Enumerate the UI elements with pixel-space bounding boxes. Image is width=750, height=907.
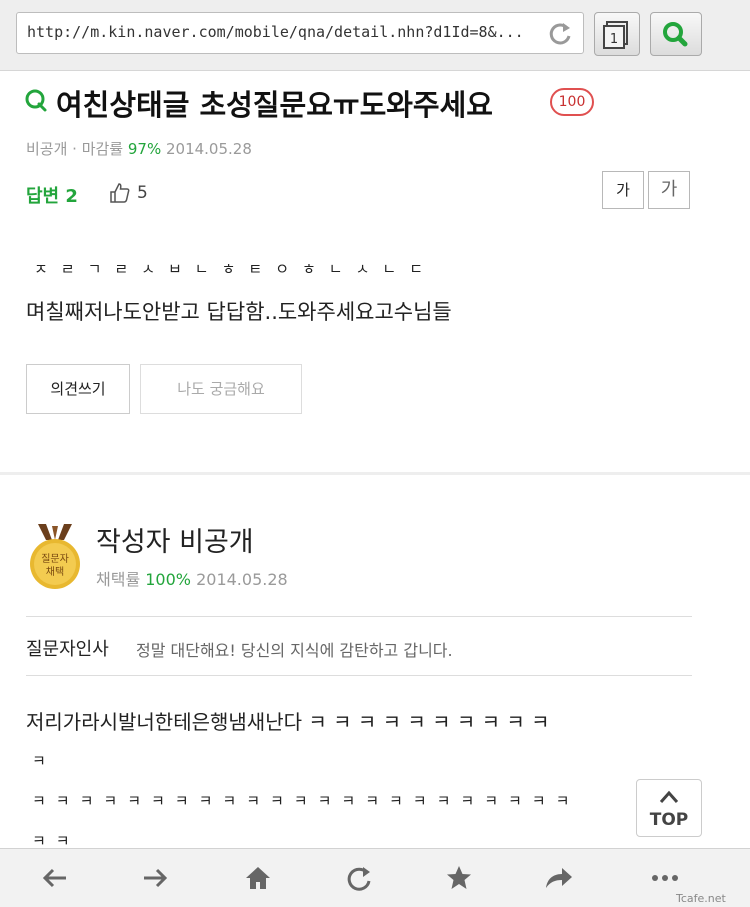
answer-date: 2014.05.28 — [191, 570, 288, 589]
svg-text:채택: 채택 — [46, 566, 64, 578]
question-q-icon — [25, 89, 47, 112]
reward-badge: 100 — [550, 88, 594, 116]
url-text: http://m.kin.naver.com/mobile/qna/detail… — [27, 23, 524, 41]
search-button[interactable] — [650, 12, 702, 56]
opinion-button[interactable]: 의견쓰기 — [26, 364, 130, 414]
forward-arrow-icon[interactable] — [140, 863, 170, 893]
browser-toolbar: http://m.kin.naver.com/mobile/qna/detail… — [0, 0, 750, 71]
section-divider — [0, 472, 750, 475]
adopt-rate: 100% — [145, 570, 191, 589]
medal-icon: 질문자 채택 — [30, 524, 80, 589]
watermark: Tcafe.net — [676, 892, 726, 905]
url-field[interactable]: http://m.kin.naver.com/mobile/qna/detail… — [16, 12, 584, 54]
answer-meta: 채택률 100% 2014.05.28 — [96, 566, 288, 590]
greeting-label: 질문자인사 — [26, 639, 109, 660]
answer-body-line: ㅋㅋㅋㅋㅋㅋㅋㅋㅋㅋㅋㅋㅋㅋㅋㅋㅋㅋㅋㅋㅋㅋㅋ — [32, 792, 580, 810]
divider — [26, 616, 692, 617]
svg-text:질문자: 질문자 — [41, 553, 69, 565]
me-too-curious-button[interactable]: 나도 궁금해요 — [140, 364, 302, 414]
question-title: 여친상태글 초성질문요ㅠ도와주세요 — [56, 88, 493, 122]
thumbs-up-icon[interactable] — [108, 181, 132, 205]
scroll-top-button[interactable]: TOP — [636, 779, 702, 837]
answer-body-line: 저리가라시발너한테은행냄새난다 ㅋ ㅋ ㅋ ㅋ ㅋ ㅋ ㅋ ㅋ ㅋ ㅋ — [26, 710, 550, 734]
reload-icon[interactable] — [545, 19, 575, 49]
search-icon — [663, 22, 688, 47]
question-date: 2014.05.28 — [161, 140, 252, 158]
font-large-button[interactable]: 가 — [648, 171, 690, 209]
answer-count[interactable]: 답변 2 — [26, 182, 78, 208]
like-count: 5 — [137, 183, 148, 203]
tabs-button[interactable]: 1 — [594, 12, 640, 56]
answer-body-line: ㅋ — [32, 752, 46, 770]
chosung-line: ㅈㄹㄱㄹㅅㅂㄴㅎㅌㅇㅎㄴㅅㄴㄷ — [34, 260, 437, 278]
font-small-button[interactable]: 가 — [602, 171, 644, 209]
adopt-label: 채택률 — [96, 570, 146, 589]
top-label: TOP — [649, 810, 689, 830]
greeting-text: 정말 대단해요! 당신의 지식에 감탄하고 갑니다. — [136, 641, 453, 660]
star-icon[interactable] — [444, 863, 474, 893]
share-icon[interactable] — [544, 863, 574, 893]
refresh-icon[interactable] — [344, 863, 374, 893]
question-body: 며칠째저나도안받고 답답함..도와주세요고수님들 — [26, 300, 452, 324]
meta-prefix: 비공개 · 마감률 — [26, 140, 128, 158]
divider — [26, 675, 692, 676]
chevron-up-icon — [659, 790, 679, 803]
home-icon[interactable] — [243, 863, 273, 893]
answer-author: 작성자 비공개 — [96, 527, 254, 558]
more-icon[interactable] — [650, 863, 680, 893]
browser-bottom-bar — [0, 848, 750, 907]
svg-text:1: 1 — [610, 32, 618, 47]
back-arrow-icon[interactable] — [40, 863, 70, 893]
question-meta: 비공개 · 마감률 97% 2014.05.28 — [26, 138, 252, 159]
close-rate: 97% — [127, 140, 162, 158]
tabs-icon: 1 — [603, 21, 628, 49]
